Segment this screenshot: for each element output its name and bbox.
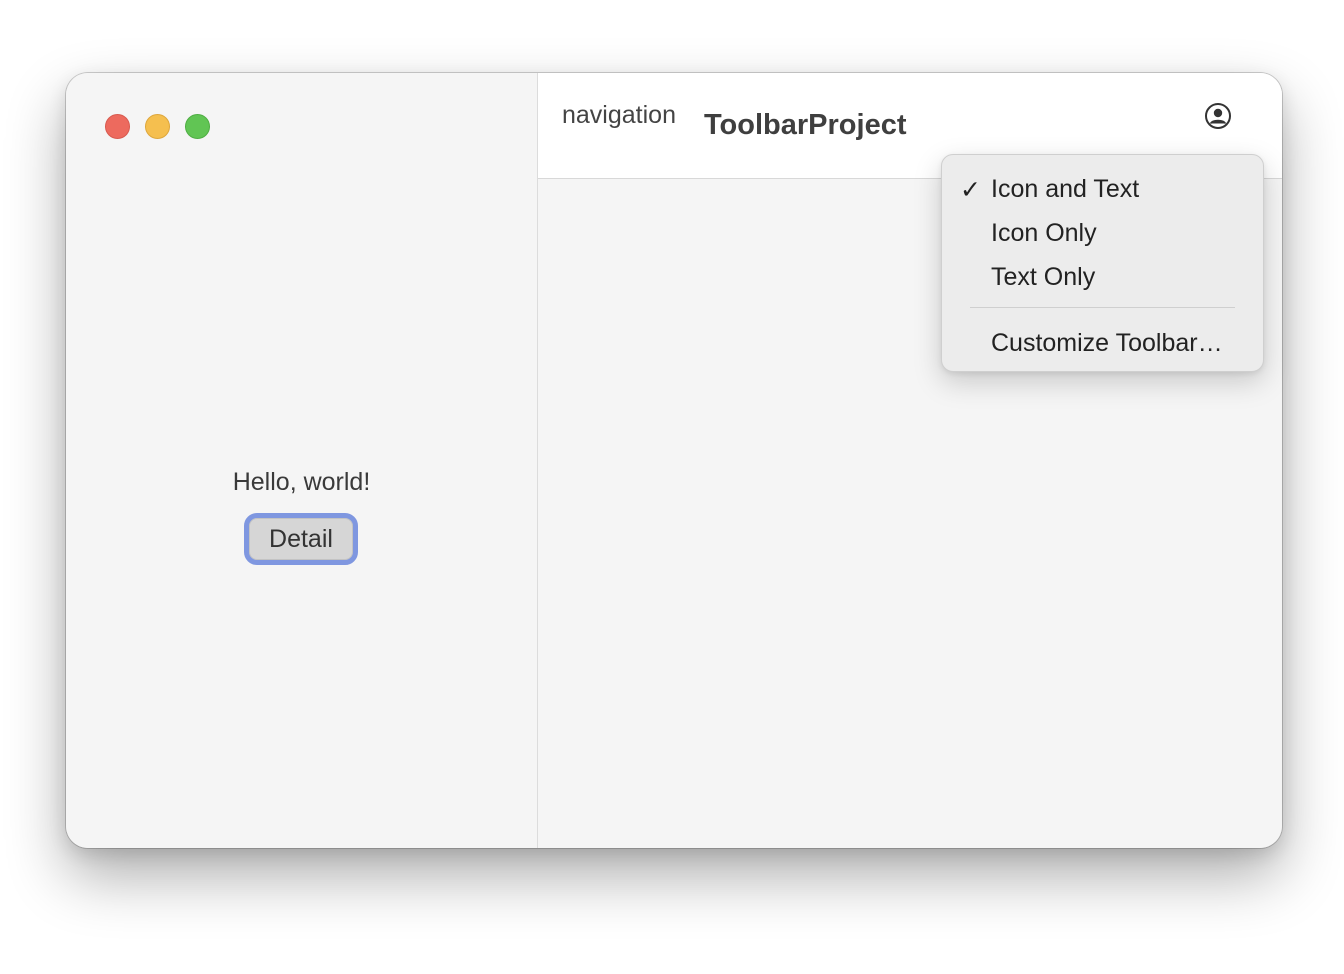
close-window-button[interactable] (105, 114, 130, 139)
person-circle-icon[interactable] (1204, 102, 1232, 130)
window-title: ToolbarProject (704, 109, 907, 141)
toolbar-display-menu: ✓ Icon and Text Icon Only Text Only Cust… (941, 154, 1264, 372)
menu-item-customize-toolbar[interactable]: Customize Toolbar… (942, 323, 1263, 363)
navigation-label: navigation (562, 101, 676, 129)
menu-item-label: Icon Only (991, 219, 1097, 247)
checkmark-icon: ✓ (960, 176, 981, 204)
menu-item-label: Text Only (991, 263, 1096, 291)
menu-item-text-only[interactable]: Text Only (942, 257, 1263, 297)
menu-separator (970, 307, 1235, 308)
menu-item-label: Customize Toolbar… (991, 329, 1223, 357)
menu-item-icon-and-text[interactable]: ✓ Icon and Text (942, 169, 1263, 209)
sidebar: Hello, world! Detail (66, 73, 538, 848)
detail-button[interactable]: Detail (244, 513, 358, 565)
maximize-window-button[interactable] (185, 114, 210, 139)
greeting-text: Hello, world! (232, 468, 371, 496)
menu-item-label: Icon and Text (991, 175, 1140, 203)
detail-button-label: Detail (269, 524, 333, 553)
menu-item-icon-only[interactable]: Icon Only (942, 213, 1263, 253)
minimize-window-button[interactable] (145, 114, 170, 139)
